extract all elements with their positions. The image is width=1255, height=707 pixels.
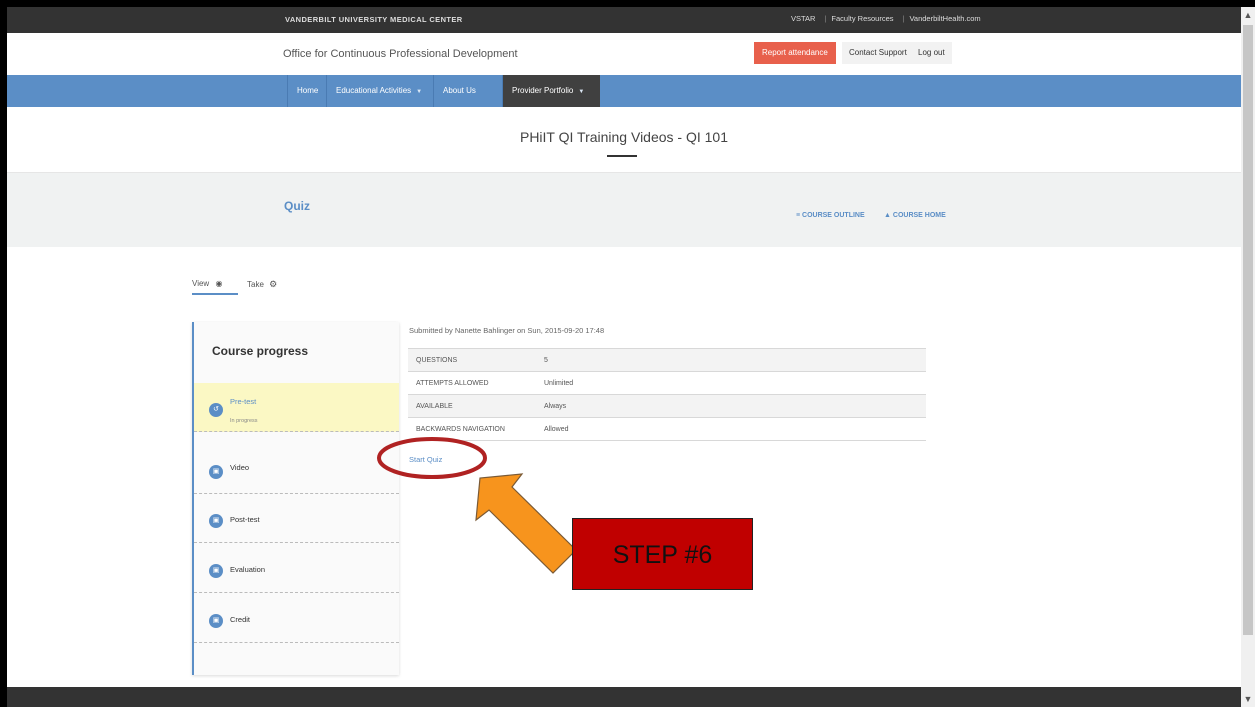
course-progress-title: Course progress bbox=[212, 344, 309, 358]
row-value: Always bbox=[536, 394, 926, 418]
vertical-scrollbar[interactable]: ▲ ▼ bbox=[1241, 7, 1255, 707]
scroll-thumb[interactable] bbox=[1243, 25, 1253, 635]
window-top-edge bbox=[0, 0, 1255, 7]
table-row: ATTEMPTS ALLOWED Unlimited bbox=[408, 371, 926, 395]
course-outline-link[interactable]: ≡ COURSE OUTLINE bbox=[796, 212, 865, 219]
utility-links: VSTAR | Faculty Resources | VanderbiltHealth… bbox=[791, 14, 985, 23]
table-row: AVAILABLE Always bbox=[408, 394, 926, 418]
window-left-edge bbox=[0, 0, 7, 707]
quiz-header-band: Quiz ≡ COURSE OUTLINE ▲ COURSE HOME bbox=[7, 172, 1241, 247]
nav-educational-activities[interactable]: Educational Activities ▼ bbox=[327, 75, 433, 107]
row-value: Allowed bbox=[536, 417, 926, 441]
section-heading: Quiz bbox=[284, 199, 310, 213]
book-icon: ▣ bbox=[209, 564, 223, 578]
nav-about-us-label: About Us bbox=[443, 86, 476, 95]
link-vanderbilt-health[interactable]: VanderbiltHealth.com bbox=[909, 14, 980, 23]
course-home-label: COURSE HOME bbox=[892, 212, 946, 219]
row-key: AVAILABLE bbox=[408, 394, 536, 418]
eye-icon: ◉ bbox=[215, 279, 223, 288]
row-value: Unlimited bbox=[536, 371, 926, 395]
tab-take[interactable]: Take ⚙ bbox=[247, 279, 277, 290]
course-home-link[interactable]: ▲ COURSE HOME bbox=[884, 212, 946, 219]
progress-item-label: Evaluation bbox=[230, 565, 266, 574]
step-callout: STEP #6 bbox=[572, 518, 753, 590]
log-out-button[interactable]: Log out bbox=[911, 42, 952, 64]
nav-educational-activities-label: Educational Activities bbox=[336, 86, 412, 95]
nav-provider-portfolio[interactable]: Provider Portfolio ▼ bbox=[503, 75, 600, 107]
nav-about-us[interactable]: About Us bbox=[434, 75, 502, 107]
book-icon: ▣ bbox=[209, 514, 223, 528]
scroll-up-arrow-icon[interactable]: ▲ bbox=[1241, 7, 1255, 23]
start-quiz-link[interactable]: Start Quiz bbox=[409, 455, 442, 464]
progress-item-credit[interactable]: ▣ Credit bbox=[194, 594, 399, 643]
link-vstar[interactable]: VSTAR bbox=[791, 14, 815, 23]
course-progress-panel: Course progress ↺ Pre-test In progress ▣… bbox=[192, 322, 399, 675]
tab-take-label: Take bbox=[247, 280, 264, 289]
progress-item-status: In progress bbox=[230, 418, 258, 424]
link-separator: | bbox=[902, 14, 905, 23]
contact-support-button[interactable]: Contact Support bbox=[842, 42, 914, 64]
nav-home[interactable]: Home bbox=[288, 75, 326, 107]
table-row: QUESTIONS 5 bbox=[408, 348, 926, 372]
progress-item-pre-test[interactable]: ↺ Pre-test In progress bbox=[194, 383, 399, 432]
gear-icon: ⚙ bbox=[269, 279, 278, 289]
book-icon: ▣ bbox=[209, 465, 223, 479]
row-key: ATTEMPTS ALLOWED bbox=[408, 371, 536, 395]
home-icon: ▲ bbox=[884, 212, 891, 219]
report-attendance-button[interactable]: Report attendance bbox=[754, 42, 836, 64]
progress-item-video[interactable]: ▣ Video bbox=[194, 445, 399, 494]
progress-item-post-test[interactable]: ▣ Post-test bbox=[194, 494, 399, 543]
scroll-down-arrow-icon[interactable]: ▼ bbox=[1241, 691, 1255, 707]
site-footer bbox=[7, 687, 1241, 707]
link-faculty-resources[interactable]: Faculty Resources bbox=[831, 14, 893, 23]
chevron-down-icon: ▼ bbox=[416, 89, 423, 95]
site-name[interactable]: Office for Continuous Professional Devel… bbox=[283, 48, 518, 60]
org-name: VANDERBILT UNIVERSITY MEDICAL CENTER bbox=[285, 15, 463, 24]
history-icon: ↺ bbox=[209, 403, 223, 417]
utility-bar: VANDERBILT UNIVERSITY MEDICAL CENTER VST… bbox=[7, 7, 1241, 33]
book-icon: ▣ bbox=[209, 614, 223, 628]
quiz-info-table: QUESTIONS 5 ATTEMPTS ALLOWED Unlimited AVA… bbox=[408, 348, 926, 441]
site-header: Office for Continuous Professional Devel… bbox=[7, 33, 1241, 75]
progress-item-label: Pre-test bbox=[230, 397, 257, 406]
progress-item-label: Video bbox=[230, 463, 250, 472]
nav-home-label: Home bbox=[297, 86, 319, 95]
row-value: 5 bbox=[536, 348, 926, 372]
row-key: QUESTIONS bbox=[408, 348, 536, 372]
progress-item-label: Credit bbox=[230, 615, 251, 624]
tab-view-label: View bbox=[192, 279, 210, 288]
progress-item-label: Post-test bbox=[230, 515, 260, 524]
browser-page: VANDERBILT UNIVERSITY MEDICAL CENTER VST… bbox=[7, 7, 1241, 707]
progress-item-evaluation[interactable]: ▣ Evaluation bbox=[194, 544, 399, 593]
nav-provider-portfolio-label: Provider Portfolio bbox=[512, 86, 574, 95]
submitted-by: Submitted by Nanette Bahlinger on Sun, 2… bbox=[409, 326, 605, 335]
title-divider bbox=[607, 155, 637, 157]
tab-view[interactable]: View ◉ bbox=[192, 279, 238, 295]
link-separator: | bbox=[824, 14, 827, 23]
page-title: PHiIT QI Training Videos - QI 101 bbox=[519, 129, 729, 145]
chevron-down-icon: ▼ bbox=[578, 89, 585, 95]
row-key: BACKWARDS NAVIGATION bbox=[408, 417, 536, 441]
main-nav: Home Educational Activities ▼ About Us Pr… bbox=[7, 75, 1241, 107]
table-row: BACKWARDS NAVIGATION Allowed bbox=[408, 417, 926, 441]
